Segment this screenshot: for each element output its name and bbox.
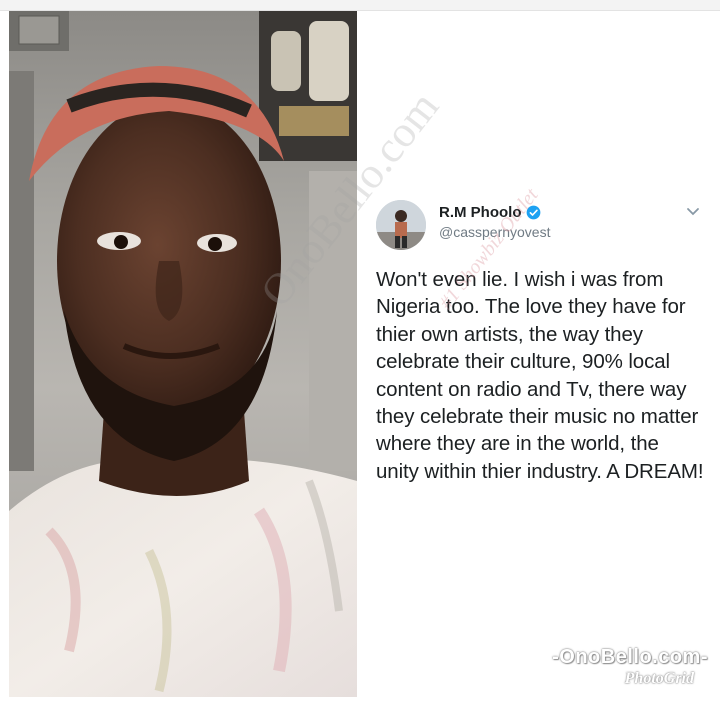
watermark-photogrid: PhotoGrid (624, 670, 694, 687)
top-strip (0, 0, 720, 11)
display-name[interactable]: R.M Phoolo (439, 204, 522, 221)
tweet-text: Won't even lie. I wish i was from Nigeri… (376, 268, 704, 483)
tweet-card: R.M Phoolo @casspernyovest Won't even li… (364, 190, 714, 510)
verified-badge-icon (526, 205, 540, 220)
selfie-photo (9, 11, 357, 697)
avatar[interactable] (376, 200, 426, 250)
watermark-bottom: -OnoBello.com- (552, 646, 708, 668)
chevron-down-icon[interactable] (686, 207, 700, 217)
name-row: R.M Phoolo (439, 204, 541, 221)
user-handle[interactable]: @casspernyovest (439, 224, 550, 240)
